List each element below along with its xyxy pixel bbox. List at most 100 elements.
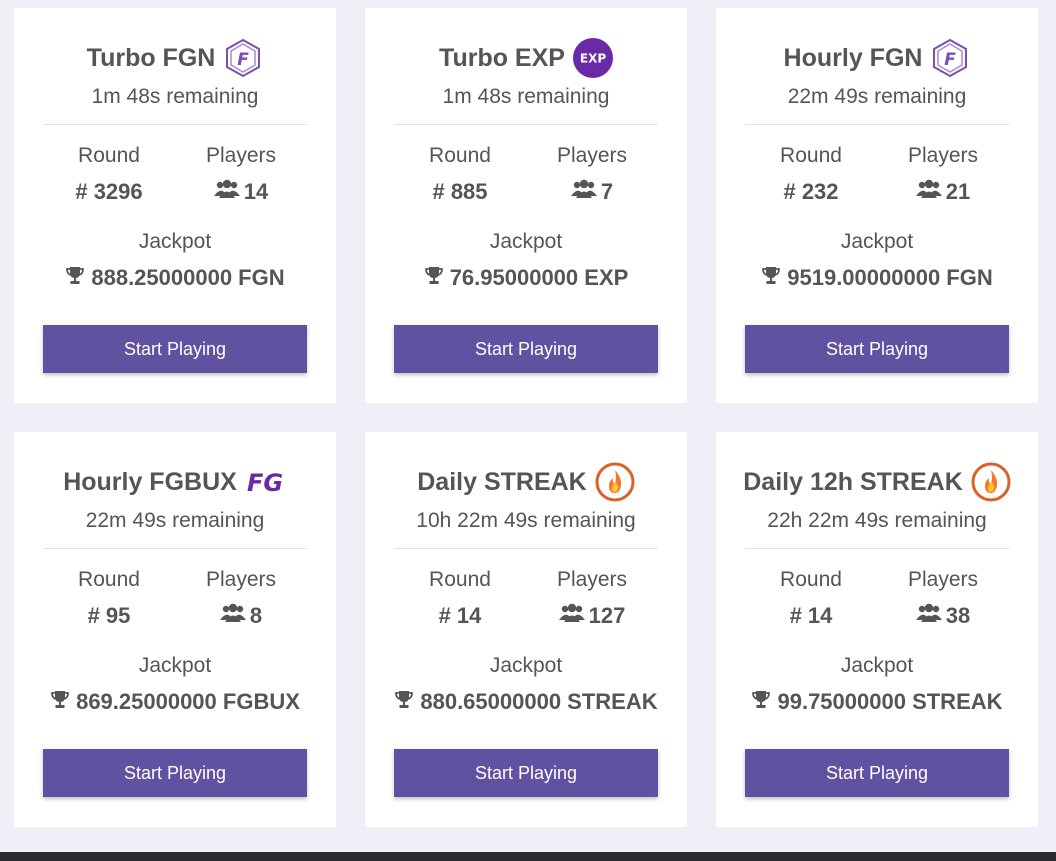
card-title: Hourly FGBUX FG xyxy=(63,462,287,502)
trophy-icon xyxy=(761,265,781,291)
players-count: 38 xyxy=(945,603,971,628)
footer-bar xyxy=(0,852,1056,861)
players-value: 14 xyxy=(175,179,307,205)
trophy-icon xyxy=(424,265,444,291)
stats-row: Round # 14 Players 127 xyxy=(394,567,658,629)
time-remaining: 10h 22m 49s remaining xyxy=(416,509,636,532)
divider xyxy=(394,124,658,125)
exp-badge-text: EXP xyxy=(580,52,606,66)
stats-row: Round # 3296 Players 14 xyxy=(43,143,307,205)
card-title-text: Daily 12h STREAK xyxy=(743,467,963,496)
players-count: 14 xyxy=(243,179,269,204)
trophy-icon xyxy=(394,689,414,715)
svg-text:F: F xyxy=(945,50,957,70)
players-count: 8 xyxy=(249,603,263,628)
card-title: Turbo EXP EXP xyxy=(439,38,613,78)
start-playing-button[interactable]: Start Playing xyxy=(394,749,658,797)
users-icon xyxy=(219,603,246,629)
jackpot-label: Jackpot xyxy=(489,654,563,677)
lottery-card-hourly-fgbux: Hourly FGBUX FG 22m 49s remaining Round … xyxy=(14,432,336,827)
start-playing-button[interactable]: Start Playing xyxy=(745,325,1009,373)
players-stat: Players 14 xyxy=(175,143,307,205)
card-title: Hourly FGN F xyxy=(784,38,971,78)
round-label: Round xyxy=(78,568,140,591)
users-icon xyxy=(915,603,942,629)
lottery-card-daily-12h-streak: Daily 12h STREAK 22h 22m 49s remaining R… xyxy=(716,432,1038,827)
players-label: Players xyxy=(205,144,277,167)
divider xyxy=(43,548,307,549)
card-title-text: Daily STREAK xyxy=(417,467,587,496)
players-stat: Players 127 xyxy=(526,567,658,629)
players-value: 127 xyxy=(526,603,658,629)
players-label: Players xyxy=(556,568,628,591)
round-stat: Round # 232 xyxy=(745,143,877,205)
card-title: Turbo FGN F xyxy=(87,38,264,78)
players-value: 8 xyxy=(175,603,307,629)
round-value: # 14 xyxy=(438,603,482,628)
time-remaining: 22m 49s remaining xyxy=(85,509,265,532)
lottery-card-turbo-exp: Turbo EXP EXP 1m 48s remaining Round # 8… xyxy=(365,8,687,403)
players-count: 127 xyxy=(588,603,626,628)
players-count: 7 xyxy=(600,179,614,204)
time-remaining: 1m 48s remaining xyxy=(91,85,259,108)
jackpot-value: 880.65000000 STREAK xyxy=(394,689,658,715)
start-playing-button[interactable]: Start Playing xyxy=(394,325,658,373)
players-label: Players xyxy=(907,568,979,591)
svg-text:FG: FG xyxy=(247,469,283,496)
round-value: # 885 xyxy=(432,179,488,204)
card-title: Daily STREAK xyxy=(417,462,635,502)
stats-row: Round # 14 Players 38 xyxy=(745,567,1009,629)
card-title-text: Turbo FGN xyxy=(86,43,216,72)
players-stat: Players 7 xyxy=(526,143,658,205)
jackpot-label: Jackpot xyxy=(138,230,212,253)
jackpot-value: 9519.00000000 FGN xyxy=(761,265,993,291)
players-count: 21 xyxy=(945,179,971,204)
svg-text:F: F xyxy=(238,50,250,70)
round-stat: Round # 3296 xyxy=(43,143,175,205)
players-value: 21 xyxy=(877,179,1009,205)
time-remaining: 22m 49s remaining xyxy=(787,85,967,108)
divider xyxy=(43,124,307,125)
round-label: Round xyxy=(78,144,140,167)
round-value: # 95 xyxy=(87,603,131,628)
streak-flame-icon xyxy=(595,462,635,502)
jackpot-amount: 99.75000000 STREAK xyxy=(777,689,1003,714)
round-stat: Round # 885 xyxy=(394,143,526,205)
jackpot-label: Jackpot xyxy=(840,654,914,677)
round-label: Round xyxy=(429,144,491,167)
trophy-icon xyxy=(50,689,70,715)
users-icon xyxy=(570,179,597,205)
trophy-icon xyxy=(751,689,771,715)
card-title-text: Turbo EXP xyxy=(439,43,565,72)
jackpot-label: Jackpot xyxy=(138,654,212,677)
round-label: Round xyxy=(780,568,842,591)
players-stat: Players 38 xyxy=(877,567,1009,629)
players-stat: Players 8 xyxy=(175,567,307,629)
trophy-icon xyxy=(65,265,85,291)
jackpot-label: Jackpot xyxy=(840,230,914,253)
users-icon xyxy=(915,179,942,205)
jackpot-amount: 76.95000000 EXP xyxy=(449,265,629,290)
lottery-grid: Turbo FGN F 1m 48s remaining Round # 329… xyxy=(14,8,1038,827)
round-stat: Round # 14 xyxy=(394,567,526,629)
round-label: Round xyxy=(780,144,842,167)
players-label: Players xyxy=(205,568,277,591)
start-playing-button[interactable]: Start Playing xyxy=(43,325,307,373)
fgn-coin-icon: F xyxy=(223,38,263,78)
jackpot-value: 99.75000000 STREAK xyxy=(751,689,1003,715)
players-label: Players xyxy=(907,144,979,167)
round-value: # 232 xyxy=(783,179,839,204)
start-playing-button[interactable]: Start Playing xyxy=(43,749,307,797)
lottery-card-daily-streak: Daily STREAK 10h 22m 49s remaining Round… xyxy=(365,432,687,827)
jackpot-label: Jackpot xyxy=(489,230,563,253)
players-stat: Players 21 xyxy=(877,143,1009,205)
start-playing-button[interactable]: Start Playing xyxy=(745,749,1009,797)
jackpot-value: 76.95000000 EXP xyxy=(424,265,629,291)
stats-row: Round # 232 Players 21 xyxy=(745,143,1009,205)
card-title-text: Hourly FGN xyxy=(783,43,923,72)
jackpot-value: 869.25000000 FGBUX xyxy=(50,689,300,715)
players-label: Players xyxy=(556,144,628,167)
round-value: # 14 xyxy=(789,603,833,628)
time-remaining: 22h 22m 49s remaining xyxy=(767,509,987,532)
exp-badge-icon: EXP xyxy=(572,38,613,78)
